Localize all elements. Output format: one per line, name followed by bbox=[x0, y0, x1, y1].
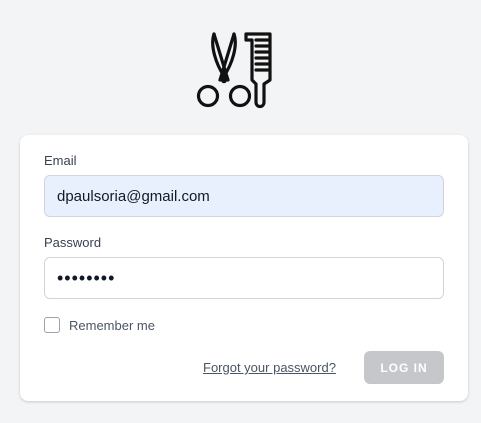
login-card: Email dpaulsoria@gmail.com Password ••••… bbox=[20, 135, 468, 401]
scissors-comb-logo-icon bbox=[194, 30, 278, 112]
login-button[interactable]: LOG IN bbox=[364, 351, 444, 384]
email-label: Email bbox=[44, 153, 77, 168]
password-field[interactable]: •••••••• bbox=[44, 257, 444, 299]
password-label: Password bbox=[44, 235, 102, 250]
remember-me-checkbox[interactable] bbox=[44, 317, 60, 333]
email-field[interactable]: dpaulsoria@gmail.com bbox=[44, 175, 444, 217]
remember-me-label: Remember me bbox=[69, 317, 155, 333]
remember-me[interactable]: Remember me bbox=[44, 316, 155, 334]
forgot-password-link[interactable]: Forgot your password? bbox=[203, 360, 336, 375]
